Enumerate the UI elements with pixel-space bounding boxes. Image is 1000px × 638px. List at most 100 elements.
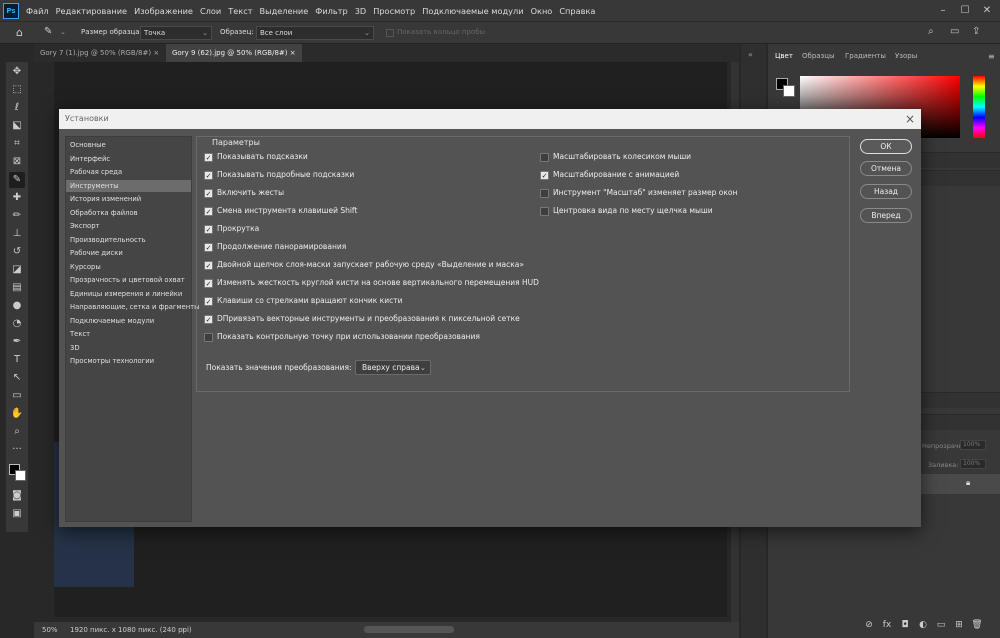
nav-item-plugins[interactable]: Подключаемые модули — [66, 315, 191, 327]
nav-item-transparency[interactable]: Прозрачность и цветовой охват — [66, 274, 191, 286]
chevron-right-icon[interactable]: › — [182, 622, 185, 638]
checkbox-enable-gestures[interactable]: ✓ Включить жесты — [204, 187, 284, 199]
checkbox-arrow-keys-rotate[interactable]: ✓ Клавиши со стрелками вращают кончик кис… — [204, 295, 402, 307]
close-window-icon[interactable]: ✕ — [980, 4, 994, 18]
pen-tool-icon[interactable]: ✒ — [9, 334, 25, 350]
show-ring-checkbox[interactable] — [386, 29, 394, 37]
eyedropper-tool-icon[interactable]: ✎ — [9, 172, 25, 188]
sample-select[interactable]: Все слои ⌄ — [256, 26, 374, 40]
nav-item-type[interactable]: Текст — [66, 328, 191, 340]
clone-stamp-tool-icon[interactable]: ⊥ — [9, 226, 25, 242]
layer-row[interactable]: 🔒︎ — [920, 474, 1000, 494]
hue-slider[interactable] — [973, 76, 985, 138]
home-icon[interactable]: ⌂ — [16, 26, 23, 39]
nav-item-scratch-disks[interactable]: Рабочие диски — [66, 247, 191, 259]
menu-item-image[interactable]: Изображение — [134, 6, 193, 16]
workspace-icon[interactable]: ▭ — [950, 26, 959, 37]
frame-tool-icon[interactable]: ⊠ — [9, 154, 25, 170]
object-selection-tool-icon[interactable]: ⬕ — [9, 118, 25, 134]
menu-item-plugins[interactable]: Подключаемые модули — [422, 6, 523, 16]
menu-item-help[interactable]: Справка — [559, 6, 595, 16]
background-color-swatch[interactable] — [15, 470, 26, 481]
nav-item-workspace[interactable]: Рабочая среда — [66, 166, 191, 178]
zoom-tool-icon[interactable]: ⌕ — [9, 424, 25, 440]
menu-item-view[interactable]: Просмотр — [373, 6, 415, 16]
eraser-tool-icon[interactable]: ◪ — [9, 262, 25, 278]
panel-menu-icon[interactable]: ≡ — [988, 52, 995, 61]
adjustment-layer-icon[interactable]: ◐ — [914, 620, 932, 632]
more-tools-icon[interactable]: ··· — [9, 442, 25, 458]
nav-item-units-rulers[interactable]: Единицы измерения и линейки — [66, 288, 191, 300]
nav-item-interface[interactable]: Интерфейс — [66, 153, 191, 165]
menu-item-select[interactable]: Выделение — [260, 6, 309, 16]
rectangle-tool-icon[interactable]: ▭ — [9, 388, 25, 404]
nav-item-export[interactable]: Экспорт — [66, 220, 191, 232]
minimize-icon[interactable]: – — [936, 4, 950, 18]
checkbox-mask-double-click[interactable]: ✓ Двойной щелчок слоя-маски запускает раб… — [204, 259, 524, 271]
tab-document-1[interactable]: Gory 7 (1).jpg @ 50% (RGB/8#) × — [34, 44, 165, 62]
tab-color[interactable]: Цвет — [775, 52, 793, 60]
healing-brush-tool-icon[interactable]: ✚ — [9, 190, 25, 206]
eyedropper-icon[interactable]: ✎ — [44, 26, 52, 37]
background-swatch[interactable] — [783, 85, 795, 97]
collapse-icon[interactable]: « — [748, 50, 753, 59]
path-selection-tool-icon[interactable]: ↖ — [9, 370, 25, 386]
menu-item-window[interactable]: Окно — [531, 6, 553, 16]
nav-item-tech-previews[interactable]: Просмотры технологии — [66, 355, 191, 367]
checkbox-zoom-resizes-windows[interactable]: ✓ Инструмент "Масштаб" изменяет размер ок… — [540, 187, 737, 199]
share-icon[interactable]: ⇪ — [972, 26, 980, 37]
nav-item-guides-grid[interactable]: Направляющие, сетка и фрагменты — [66, 301, 200, 313]
menu-item-type[interactable]: Текст — [228, 6, 252, 16]
dodge-tool-icon[interactable]: ◔ — [9, 316, 25, 332]
menu-item-file[interactable]: Файл — [26, 6, 49, 16]
checkbox-scroll[interactable]: ✓ Прокрутка — [204, 223, 259, 235]
horizontal-scrollbar-thumb[interactable] — [364, 626, 454, 633]
nav-item-performance[interactable]: Производительность — [66, 234, 191, 246]
move-tool-icon[interactable]: ✥ — [9, 64, 25, 80]
quick-mask-icon[interactable]: ◙ — [9, 488, 25, 504]
tab-patterns[interactable]: Узоры — [895, 52, 917, 60]
menu-item-layers[interactable]: Слои — [200, 6, 221, 16]
cancel-button[interactable]: Отмена — [860, 161, 912, 176]
tab-gradients[interactable]: Градиенты — [845, 52, 886, 60]
search-icon[interactable]: ⌕ — [928, 26, 934, 37]
menu-item-filter[interactable]: Фильтр — [315, 6, 347, 16]
close-tab-icon[interactable]: × — [290, 49, 296, 57]
crop-tool-icon[interactable]: ⌗ — [9, 136, 25, 152]
checkbox-animated-zoom[interactable]: ✓ Масштабирование с анимацией — [540, 169, 679, 181]
back-button[interactable]: Назад — [860, 184, 912, 199]
nav-item-tools[interactable]: Инструменты — [66, 179, 191, 192]
checkbox-snap-pixel-grid[interactable]: ✓ DПривязать векторные инструменты и прео… — [204, 313, 520, 325]
nav-item-cursors[interactable]: Курсоры — [66, 261, 191, 273]
new-layer-icon[interactable]: ⊞ — [950, 620, 968, 632]
opacity-field[interactable]: 100% — [960, 440, 986, 450]
nav-item-history[interactable]: История изменений — [66, 193, 191, 205]
history-brush-tool-icon[interactable]: ↺ — [9, 244, 25, 260]
checkbox-hud-hardness[interactable]: ✓ Изменять жесткость круглой кисти на осн… — [204, 277, 539, 289]
chevron-down-icon[interactable]: ⌄ — [60, 28, 66, 36]
maximize-icon[interactable]: ☐ — [958, 4, 972, 18]
nav-item-3d[interactable]: 3D — [66, 342, 191, 354]
ok-button[interactable]: ОК — [860, 139, 912, 154]
checkbox-show-tooltips[interactable]: ✓ Показывать подсказки — [204, 151, 308, 163]
fx-icon[interactable]: fx — [878, 620, 896, 632]
tab-swatches[interactable]: Образцы — [802, 52, 835, 60]
fill-field[interactable]: 100% — [960, 459, 986, 469]
group-icon[interactable]: ▭ — [932, 620, 950, 632]
zoom-level[interactable]: 50% — [42, 622, 58, 638]
menu-item-3d[interactable]: 3D — [355, 6, 367, 16]
add-mask-icon[interactable]: ◘ — [896, 620, 914, 632]
sample-size-select[interactable]: Точка ⌄ — [140, 26, 212, 40]
hand-tool-icon[interactable]: ✋ — [9, 406, 25, 422]
blur-tool-icon[interactable]: ● — [9, 298, 25, 314]
link-layers-icon[interactable]: ⊘ — [860, 620, 878, 632]
forward-button[interactable]: Вперед — [860, 208, 912, 223]
brush-tool-icon[interactable]: ✏ — [9, 208, 25, 224]
screen-mode-icon[interactable]: ▣ — [9, 506, 25, 522]
type-tool-icon[interactable]: T — [9, 352, 25, 368]
close-icon[interactable]: × — [905, 111, 915, 127]
marquee-tool-icon[interactable]: ⬚ — [9, 82, 25, 98]
close-tab-icon[interactable]: × — [153, 49, 159, 57]
checkbox-reference-point[interactable]: ✓ Показать контрольную точку при использо… — [204, 331, 480, 343]
nav-item-file-handling[interactable]: Обработка файлов — [66, 207, 191, 219]
